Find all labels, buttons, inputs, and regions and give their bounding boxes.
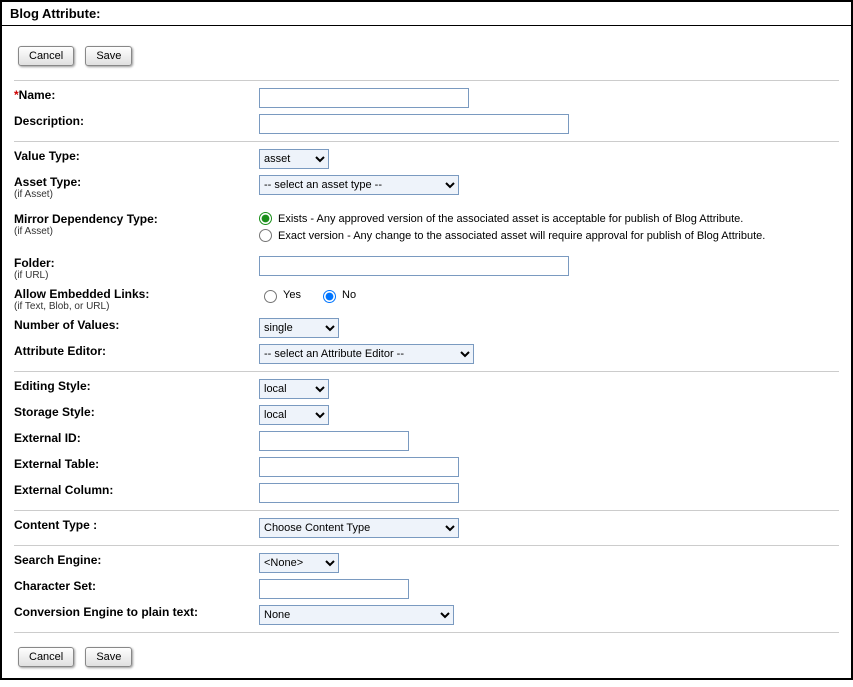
divider bbox=[14, 371, 839, 372]
save-button-bottom[interactable]: Save bbox=[85, 647, 132, 667]
row-name: *Name: bbox=[14, 85, 839, 111]
search-engine-select[interactable]: <None> bbox=[259, 553, 339, 573]
row-allow-embedded: Allow Embedded Links: (if Text, Blob, or… bbox=[14, 284, 839, 315]
mirror-exact-radio[interactable] bbox=[259, 229, 272, 242]
button-row-top: Cancel Save bbox=[14, 36, 839, 76]
value-type-select[interactable]: asset bbox=[259, 149, 329, 169]
label-storage-style: Storage Style: bbox=[14, 405, 259, 419]
row-external-id: External ID: bbox=[14, 428, 839, 454]
row-mirror-dep: Mirror Dependency Type: (if Asset) Exist… bbox=[14, 209, 839, 249]
label-charset: Character Set: bbox=[14, 579, 259, 593]
row-description: Description: bbox=[14, 111, 839, 137]
row-search-engine: Search Engine: <None> bbox=[14, 550, 839, 576]
mirror-exists-label: Exists - Any approved version of the ass… bbox=[278, 213, 743, 225]
asset-type-select[interactable]: -- select an asset type -- bbox=[259, 175, 459, 195]
label-content-type: Content Type : bbox=[14, 518, 259, 532]
conv-engine-select[interactable]: None bbox=[259, 605, 454, 625]
mirror-exact-label: Exact version - Any change to the associ… bbox=[278, 230, 765, 242]
row-num-values: Number of Values: single bbox=[14, 315, 839, 341]
name-input[interactable] bbox=[259, 88, 469, 108]
label-mirror-dep: Mirror Dependency Type: (if Asset) bbox=[14, 212, 259, 237]
cancel-button[interactable]: Cancel bbox=[18, 46, 74, 66]
save-button[interactable]: Save bbox=[85, 46, 132, 66]
charset-input[interactable] bbox=[259, 579, 409, 599]
divider bbox=[14, 510, 839, 511]
page-title: Blog Attribute: bbox=[2, 2, 851, 26]
editing-style-select[interactable]: local bbox=[259, 379, 329, 399]
button-row-bottom: Cancel Save bbox=[14, 637, 839, 677]
label-allow-embedded: Allow Embedded Links: (if Text, Blob, or… bbox=[14, 287, 259, 312]
label-external-id: External ID: bbox=[14, 431, 259, 445]
row-storage-style: Storage Style: local bbox=[14, 402, 839, 428]
label-attr-editor: Attribute Editor: bbox=[14, 344, 259, 358]
row-conv-engine: Conversion Engine to plain text: None bbox=[14, 602, 839, 628]
embed-no-radio[interactable] bbox=[323, 290, 336, 303]
form-content: Cancel Save *Name: Description: Value Ty… bbox=[2, 26, 851, 687]
label-conv-engine: Conversion Engine to plain text: bbox=[14, 605, 259, 619]
label-asset-type: Asset Type: (if Asset) bbox=[14, 175, 259, 200]
label-folder: Folder: (if URL) bbox=[14, 256, 259, 281]
label-name: *Name: bbox=[14, 88, 259, 102]
divider bbox=[14, 632, 839, 633]
label-value-type: Value Type: bbox=[14, 149, 259, 163]
row-external-column: External Column: bbox=[14, 480, 839, 506]
row-value-type: Value Type: asset bbox=[14, 146, 839, 172]
embed-no-label: No bbox=[342, 289, 356, 301]
external-id-input[interactable] bbox=[259, 431, 409, 451]
label-external-column: External Column: bbox=[14, 483, 259, 497]
mirror-exists-radio[interactable] bbox=[259, 212, 272, 225]
divider bbox=[14, 141, 839, 142]
label-editing-style: Editing Style: bbox=[14, 379, 259, 393]
embed-yes-radio[interactable] bbox=[264, 290, 277, 303]
external-column-input[interactable] bbox=[259, 483, 459, 503]
row-external-table: External Table: bbox=[14, 454, 839, 480]
label-external-table: External Table: bbox=[14, 457, 259, 471]
row-folder: Folder: (if URL) bbox=[14, 253, 839, 284]
label-search-engine: Search Engine: bbox=[14, 553, 259, 567]
num-values-select[interactable]: single bbox=[259, 318, 339, 338]
divider bbox=[14, 80, 839, 81]
label-num-values: Number of Values: bbox=[14, 318, 259, 332]
row-asset-type: Asset Type: (if Asset) -- select an asse… bbox=[14, 172, 839, 203]
storage-style-select[interactable]: local bbox=[259, 405, 329, 425]
label-description: Description: bbox=[14, 114, 259, 128]
cancel-button-bottom[interactable]: Cancel bbox=[18, 647, 74, 667]
row-attr-editor: Attribute Editor: -- select an Attribute… bbox=[14, 341, 839, 367]
row-editing-style: Editing Style: local bbox=[14, 376, 839, 402]
row-charset: Character Set: bbox=[14, 576, 839, 602]
divider bbox=[14, 545, 839, 546]
embed-yes-label: Yes bbox=[283, 289, 301, 301]
folder-input[interactable] bbox=[259, 256, 569, 276]
description-input[interactable] bbox=[259, 114, 569, 134]
form-container: Blog Attribute: Cancel Save *Name: Descr… bbox=[0, 0, 853, 680]
attr-editor-select[interactable]: -- select an Attribute Editor -- bbox=[259, 344, 474, 364]
external-table-input[interactable] bbox=[259, 457, 459, 477]
row-content-type: Content Type : Choose Content Type bbox=[14, 515, 839, 541]
content-type-select[interactable]: Choose Content Type bbox=[259, 518, 459, 538]
